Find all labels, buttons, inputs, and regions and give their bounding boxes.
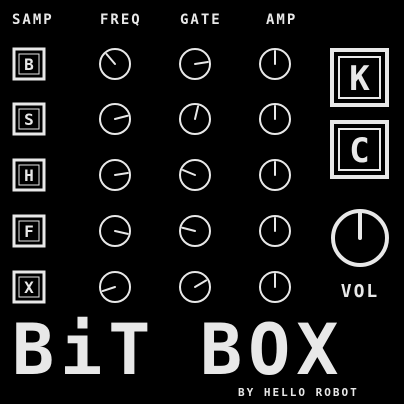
sample-row: B — [12, 47, 291, 81]
gate-knob[interactable] — [179, 215, 211, 247]
freq-knob-pointer — [114, 114, 129, 120]
amp-knob[interactable] — [259, 215, 291, 247]
sample-button-h[interactable]: H — [12, 158, 46, 192]
sample-row: H — [12, 158, 291, 192]
sample-button-label: X — [24, 278, 34, 297]
title-word-box: BOX — [200, 309, 344, 391]
header-freq: FREQ — [100, 12, 142, 28]
title-word-bit: BiT — [12, 309, 156, 391]
bitbox-ui: SAMP FREQ GATE AMP B S H F X K C VOL BiT BOX… — [12, 12, 389, 399]
gate-knob[interactable] — [179, 103, 211, 135]
sample-button-f[interactable]: F — [12, 214, 46, 248]
amp-knob[interactable] — [259, 271, 291, 303]
amp-knob[interactable] — [259, 48, 291, 80]
freq-knob-pointer — [114, 230, 129, 235]
freq-knob[interactable] — [99, 271, 131, 303]
sample-button-b[interactable]: B — [12, 47, 46, 81]
freq-knob-pointer — [105, 53, 116, 65]
sample-row: S — [12, 102, 291, 136]
sample-button-label: S — [24, 110, 34, 129]
clap-button[interactable]: C — [330, 120, 389, 179]
freq-knob[interactable] — [99, 159, 131, 191]
bitbox-panel: SAMP FREQ GATE AMP B S H F X K C VOL BiT BOX… — [0, 0, 404, 404]
byline: BY HELLO ROBOT — [238, 386, 359, 399]
gate-knob-pointer — [194, 60, 209, 65]
volume-label: VOL — [341, 281, 380, 302]
header-samp: SAMP — [12, 12, 54, 28]
gate-knob[interactable] — [179, 159, 211, 191]
sample-button-label: F — [24, 222, 34, 241]
gate-knob-pointer — [194, 105, 200, 120]
amp-knob[interactable] — [259, 103, 291, 135]
sample-row: X — [12, 270, 291, 304]
kick-button-label: K — [349, 59, 370, 99]
kick-button[interactable]: K — [330, 48, 389, 107]
sample-rows: B S H F X — [12, 47, 291, 304]
sample-button-s[interactable]: S — [12, 102, 46, 136]
clap-button-label: C — [349, 131, 369, 171]
freq-knob-pointer — [114, 171, 129, 176]
amp-knob[interactable] — [259, 159, 291, 191]
freq-knob-pointer — [101, 286, 116, 293]
title-logo: BiT BOX — [12, 309, 344, 391]
freq-knob[interactable] — [99, 103, 131, 135]
header-gate: GATE — [180, 12, 222, 28]
sample-button-x[interactable]: X — [12, 270, 46, 304]
freq-knob[interactable] — [99, 48, 131, 80]
sample-row: F — [12, 214, 291, 248]
sample-button-label: H — [24, 166, 34, 185]
gate-knob[interactable] — [179, 48, 211, 80]
gate-knob-pointer — [194, 279, 208, 288]
gate-knob[interactable] — [179, 271, 211, 303]
volume-knob[interactable] — [331, 209, 389, 267]
sample-button-label: B — [24, 55, 34, 74]
freq-knob[interactable] — [99, 215, 131, 247]
gate-knob-pointer — [181, 169, 196, 176]
header-amp: AMP — [266, 12, 297, 28]
gate-knob-pointer — [181, 226, 196, 232]
